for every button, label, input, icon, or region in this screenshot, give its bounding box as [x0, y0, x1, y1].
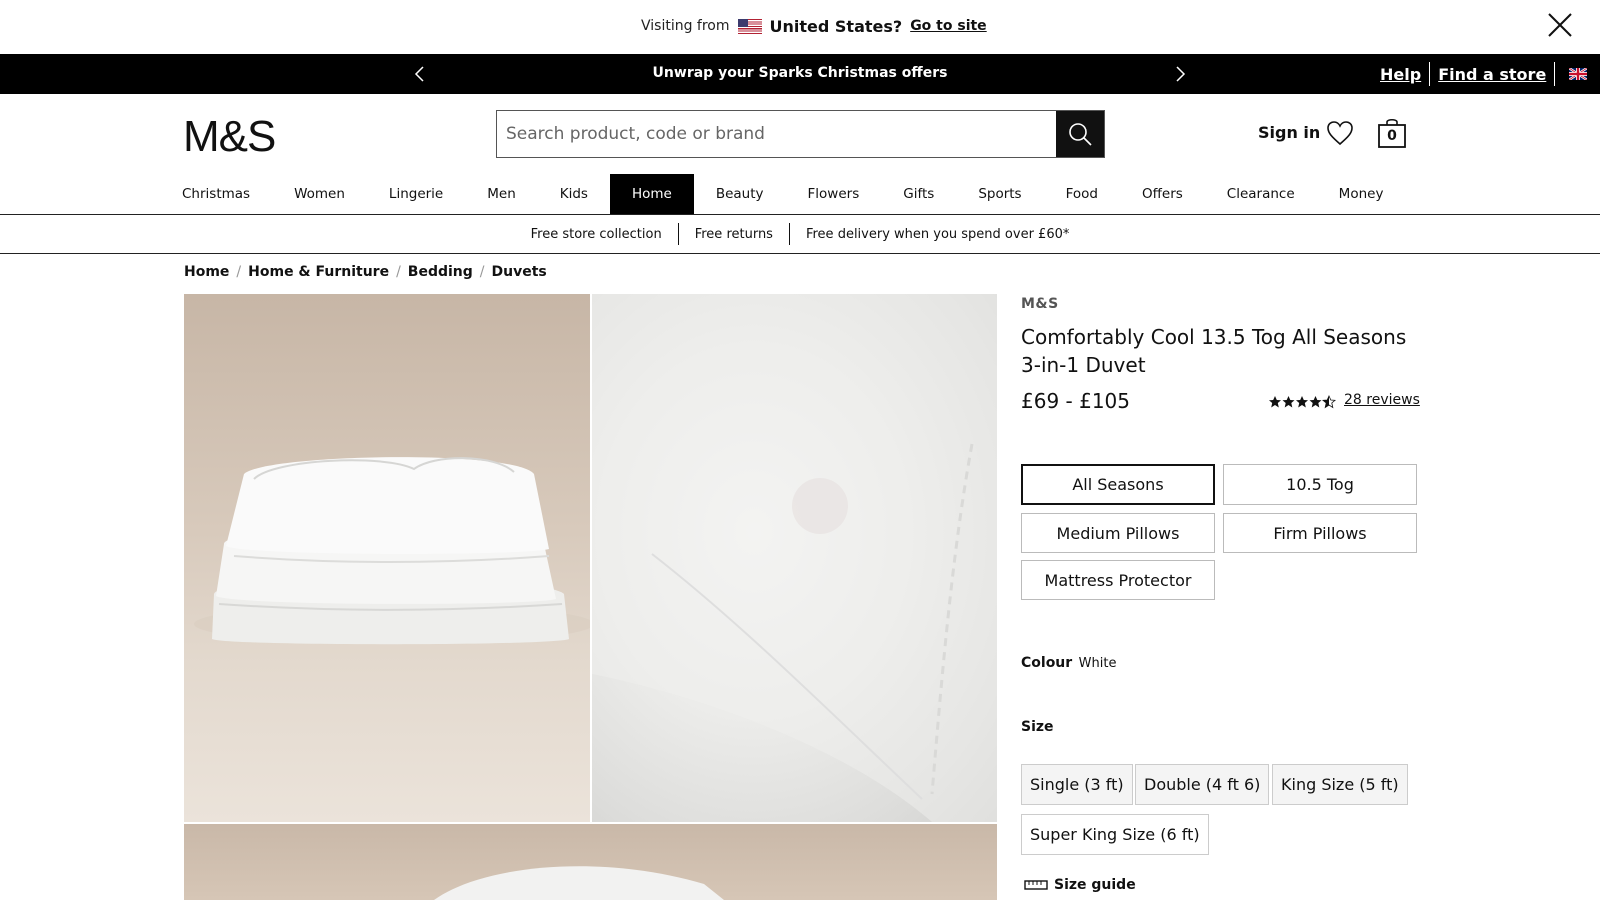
duvet-third-illustration [434, 866, 724, 900]
option-firm-pillows[interactable]: Firm Pillows [1223, 513, 1417, 553]
perk-free-returns[interactable]: Free returns [679, 227, 789, 242]
size-label: Size [1021, 719, 1054, 735]
divider [1554, 62, 1556, 86]
size-single[interactable]: Single (3 ft) [1021, 764, 1133, 805]
nav-item-sports[interactable]: Sports [956, 174, 1043, 214]
option-all-seasons[interactable]: All Seasons [1021, 464, 1215, 505]
nav-item-food[interactable]: Food [1044, 174, 1120, 214]
folded-duvet-illustration [194, 457, 590, 645]
breadcrumb-duvets[interactable]: Duvets [492, 264, 547, 280]
colour-value: White [1078, 656, 1117, 671]
search-button[interactable] [1056, 111, 1104, 157]
option-10-5-tog[interactable]: 10.5 Tog [1223, 464, 1417, 505]
utility-links: Help Find a store [1372, 62, 1588, 86]
option-mattress-protector[interactable]: Mattress Protector [1021, 560, 1215, 600]
go-to-site-link[interactable]: Go to site [910, 18, 987, 34]
duvet-closeup-illustration [592, 294, 997, 822]
size-king[interactable]: King Size (5 ft) [1272, 764, 1408, 805]
nav-item-women[interactable]: Women [272, 174, 367, 214]
search-input[interactable] [497, 111, 1056, 157]
uk-flag-icon[interactable] [1569, 68, 1588, 80]
geo-message: Visiting from United States? Go to site [641, 16, 987, 36]
product-price: £69 - £105 [1021, 389, 1131, 413]
product-image-folded-duvets[interactable] [184, 294, 590, 822]
nav-item-gifts[interactable]: Gifts [881, 174, 956, 214]
shopping-bag-button[interactable]: 0 [1377, 117, 1407, 149]
breadcrumb-bedding[interactable]: Bedding [408, 264, 473, 280]
breadcrumb-home[interactable]: Home [184, 264, 229, 280]
product-image-duvet-closeup[interactable] [592, 294, 997, 822]
nav-item-christmas[interactable]: Christmas [160, 174, 272, 214]
ms-logo[interactable]: M&S [183, 112, 276, 162]
product-image-third[interactable] [184, 824, 997, 900]
bag-count: 0 [1387, 128, 1397, 144]
perk-store-collection[interactable]: Free store collection [515, 227, 678, 242]
breadcrumb-separator: / [396, 264, 401, 280]
visiting-label: Visiting from [641, 18, 730, 34]
search-bar [496, 110, 1105, 158]
promo-bar: Unwrap your Sparks Christmas offers Help… [0, 54, 1600, 94]
reviews-link[interactable]: 28 reviews [1344, 392, 1420, 408]
size-guide-label: Size guide [1054, 877, 1136, 893]
option-medium-pillows[interactable]: Medium Pillows [1021, 513, 1215, 553]
breadcrumb-home-furniture[interactable]: Home & Furniture [248, 264, 389, 280]
find-store-link[interactable]: Find a store [1430, 65, 1554, 84]
heart-icon[interactable] [1326, 120, 1354, 146]
nav-item-lingerie[interactable]: Lingerie [367, 174, 465, 214]
breadcrumb: Home / Home & Furniture / Bedding / Duve… [184, 264, 547, 280]
size-guide-link[interactable]: Size guide [1024, 877, 1136, 893]
nav-item-beauty[interactable]: Beauty [694, 174, 786, 214]
product-title: Comfortably Cool 13.5 Tog All Seasons 3-… [1021, 325, 1407, 377]
colour-row: Colour White [1021, 655, 1116, 671]
ruler-icon [1024, 880, 1048, 890]
nav-item-money[interactable]: Money [1317, 174, 1406, 214]
breadcrumb-separator: / [479, 264, 485, 280]
perks-bar: Free store collection Free returns Free … [0, 215, 1600, 254]
sign-in-link[interactable]: Sign in [1258, 123, 1320, 142]
nav-item-home[interactable]: Home [609, 174, 694, 214]
nav-item-flowers[interactable]: Flowers [786, 174, 882, 214]
chevron-right-icon[interactable] [1170, 64, 1190, 84]
perk-free-delivery[interactable]: Free delivery when you spend over £60* [790, 227, 1085, 242]
nav-item-clearance[interactable]: Clearance [1205, 174, 1317, 214]
search-icon [1069, 123, 1092, 146]
colour-label: Colour [1021, 655, 1073, 671]
help-link[interactable]: Help [1372, 65, 1429, 84]
nav-item-offers[interactable]: Offers [1120, 174, 1205, 214]
nav-item-men[interactable]: Men [465, 174, 538, 214]
geo-banner: Visiting from United States? Go to site [0, 0, 1600, 54]
breadcrumb-separator: / [236, 264, 242, 280]
rating-stars-icon [1269, 395, 1336, 409]
nav-item-kids[interactable]: Kids [538, 174, 610, 214]
size-super-king[interactable]: Super King Size (6 ft) [1021, 814, 1209, 855]
product-brand[interactable]: M&S [1021, 296, 1059, 312]
us-flag-icon [737, 18, 762, 34]
close-icon[interactable] [1546, 11, 1574, 39]
size-double[interactable]: Double (4 ft 6) [1135, 764, 1270, 805]
promo-message[interactable]: Unwrap your Sparks Christmas offers [0, 65, 1600, 81]
geo-country: United States? [769, 16, 903, 36]
main-nav: Christmas Women Lingerie Men Kids Home B… [160, 174, 1405, 214]
